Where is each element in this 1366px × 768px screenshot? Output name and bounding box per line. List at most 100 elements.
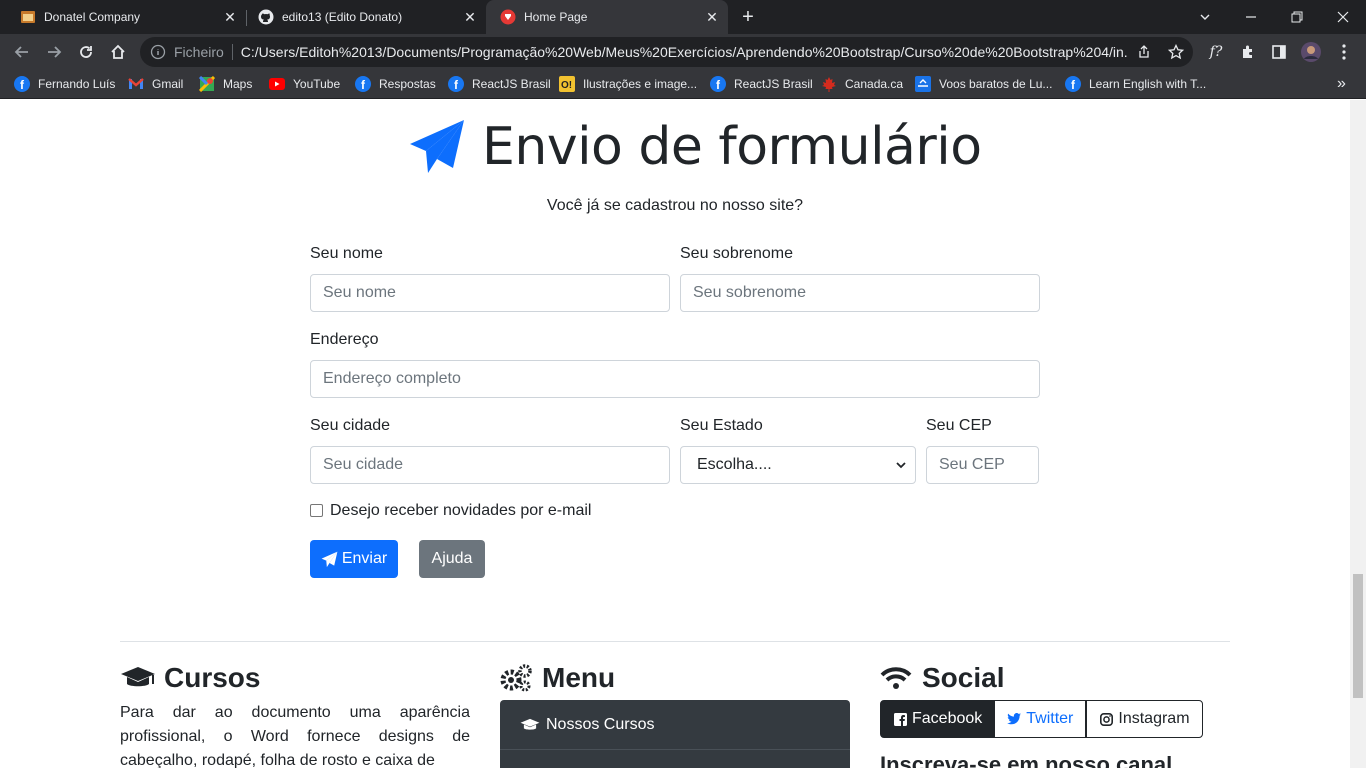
facebook-icon: f xyxy=(1065,76,1081,92)
submit-label: Enviar xyxy=(341,550,388,567)
facebook-label: Facebook xyxy=(912,710,983,727)
share-icon[interactable] xyxy=(1136,44,1152,60)
bookmark-learn-english[interactable]: f Learn English with T... xyxy=(1065,75,1206,93)
bookmark-label: YouTube xyxy=(293,77,341,91)
facebook-button[interactable]: Facebook xyxy=(880,700,996,738)
menu-list: Nossos Cursos xyxy=(500,700,850,768)
menu-item-nossos-cursos[interactable]: Nossos Cursos xyxy=(500,700,850,750)
instagram-button[interactable]: Instagram xyxy=(1086,700,1203,738)
bookmark-reactjs-brasil-2[interactable]: f ReactJS Brasil xyxy=(710,75,813,93)
side-panel-icon[interactable] xyxy=(1268,41,1290,63)
bookmark-label: Canada.ca xyxy=(845,77,904,91)
gmail-icon xyxy=(128,76,144,92)
wifi-icon xyxy=(878,664,914,692)
close-tab-icon[interactable]: ✕ xyxy=(220,7,240,27)
scrollbar-thumb[interactable] xyxy=(1353,574,1363,698)
reload-button[interactable] xyxy=(72,38,100,66)
bookmark-label: ReactJS Brasil xyxy=(472,77,551,91)
arrow-right-icon xyxy=(48,46,62,58)
bookmark-maps[interactable]: Maps xyxy=(199,75,252,93)
help-button[interactable]: Ajuda xyxy=(419,540,485,578)
gears-icon xyxy=(498,664,534,692)
sobrenome-input[interactable]: Seu sobrenome xyxy=(680,274,1040,312)
maple-leaf-icon xyxy=(821,76,837,92)
cursos-heading: Cursos xyxy=(120,662,260,694)
bookmark-label: Fernando Luís xyxy=(38,77,116,91)
close-icon xyxy=(1337,11,1349,23)
folder-icon xyxy=(20,9,36,25)
forward-button[interactable] xyxy=(40,38,68,66)
chevron-down-icon xyxy=(896,462,906,469)
minimize-button[interactable] xyxy=(1228,0,1274,34)
back-button[interactable] xyxy=(8,38,36,66)
cidade-label: Seu cidade xyxy=(310,417,391,434)
bookmark-reactjs-brasil[interactable]: f ReactJS Brasil xyxy=(448,75,551,93)
nome-input[interactable]: Seu nome xyxy=(310,274,670,312)
restore-button[interactable] xyxy=(1274,0,1320,34)
submit-button[interactable]: Enviar xyxy=(310,540,398,578)
bookmark-label: Maps xyxy=(223,77,253,91)
more-menu-icon[interactable] xyxy=(1333,41,1355,63)
lead-text: Você já se cadastrou no nosso site? xyxy=(546,197,804,214)
tab-search-button[interactable] xyxy=(1182,0,1228,34)
bookmark-label: Ilustrações e image... xyxy=(583,77,698,91)
new-tab-button[interactable]: + xyxy=(736,5,760,29)
instagram-icon xyxy=(1099,712,1113,726)
formula-extension-icon[interactable]: f? xyxy=(1205,41,1227,63)
bookmark-voos-baratos[interactable]: Voos baratos de Lu... xyxy=(915,75,1052,93)
facebook-icon: f xyxy=(355,76,371,92)
facebook-icon: f xyxy=(710,76,726,92)
bookmark-fernando-luis[interactable]: f Fernando Luís xyxy=(14,75,115,93)
more-bookmarks-button[interactable]: » xyxy=(1337,75,1346,93)
home-button[interactable] xyxy=(104,38,132,66)
cidade-input[interactable]: Seu cidade xyxy=(310,446,670,484)
chevron-down-icon xyxy=(1200,14,1210,20)
address-url[interactable]: C:/Users/Editoh%2013/Documents/Programaç… xyxy=(241,44,1129,60)
bookmark-ilustracoes[interactable]: O! Ilustrações e image... xyxy=(559,75,697,93)
browser-toolbar: Ficheiro C:/Users/Editoh%2013/Documents/… xyxy=(0,34,1366,70)
close-tab-icon[interactable]: ✕ xyxy=(702,7,722,27)
tab-github[interactable]: edito13 (Edito Donato) ✕ xyxy=(238,0,486,34)
profile-avatar[interactable] xyxy=(1300,41,1322,63)
nome-label: Seu nome xyxy=(310,245,383,262)
tab-strip: Donatel Company ✕ edito13 (Edito Donato)… xyxy=(0,0,1366,34)
tab-donatel[interactable]: Donatel Company ✕ xyxy=(0,0,246,34)
bookmark-label: Learn English with T... xyxy=(1089,77,1207,91)
extensions-icon[interactable] xyxy=(1237,41,1259,63)
section-divider xyxy=(120,641,1230,642)
instagram-label: Instagram xyxy=(1118,710,1190,727)
twitter-button[interactable]: Twitter xyxy=(995,700,1087,738)
social-button-group: Facebook Twitter Instagram xyxy=(880,700,1203,738)
close-tab-icon[interactable]: ✕ xyxy=(460,7,480,27)
image-icon: O! xyxy=(559,76,575,92)
tab-home-page[interactable]: Home Page ✕ xyxy=(486,0,728,34)
bookmark-label: Gmail xyxy=(152,77,184,91)
minimize-icon xyxy=(1246,16,1256,18)
endereco-input[interactable]: Endereço completo xyxy=(310,360,1040,398)
close-window-button[interactable] xyxy=(1320,0,1366,34)
newsletter-checkbox[interactable] xyxy=(310,504,323,517)
menu-item-label: Nossos Cursos xyxy=(546,715,655,733)
address-scheme: Ficheiro xyxy=(174,44,224,60)
cep-label: Seu CEP xyxy=(926,417,992,434)
bookmark-canada[interactable]: Canada.ca xyxy=(821,75,903,93)
page-content: Envio de formulário Você já se cadastrou… xyxy=(0,100,1350,768)
cep-input[interactable]: Seu CEP xyxy=(926,446,1039,484)
bookmark-respostas[interactable]: f Respostas xyxy=(355,75,436,93)
social-subtitle: Inscreva-se em nosso canal... xyxy=(880,752,1191,768)
paper-plane-icon xyxy=(321,551,338,567)
bookmark-gmail[interactable]: Gmail xyxy=(128,75,183,93)
bookmark-star-icon[interactable] xyxy=(1168,44,1184,60)
estado-label: Seu Estado xyxy=(680,417,763,434)
github-icon xyxy=(258,9,274,25)
info-icon[interactable] xyxy=(150,44,166,60)
estado-select[interactable]: Escolha.... xyxy=(680,446,916,484)
bookmark-youtube[interactable]: YouTube xyxy=(269,75,340,93)
page-scrollbar[interactable] xyxy=(1350,100,1366,768)
sobrenome-label: Seu sobrenome xyxy=(680,245,793,262)
bookmarks-bar: f Fernando Luís Gmail Maps YouTube f Res… xyxy=(0,70,1366,99)
twitter-label: Twitter xyxy=(1026,710,1074,727)
page-heading: Envio de formulário xyxy=(408,114,982,180)
address-bar[interactable]: Ficheiro C:/Users/Editoh%2013/Documents/… xyxy=(140,37,1193,67)
menu-title: Menu xyxy=(542,662,616,693)
